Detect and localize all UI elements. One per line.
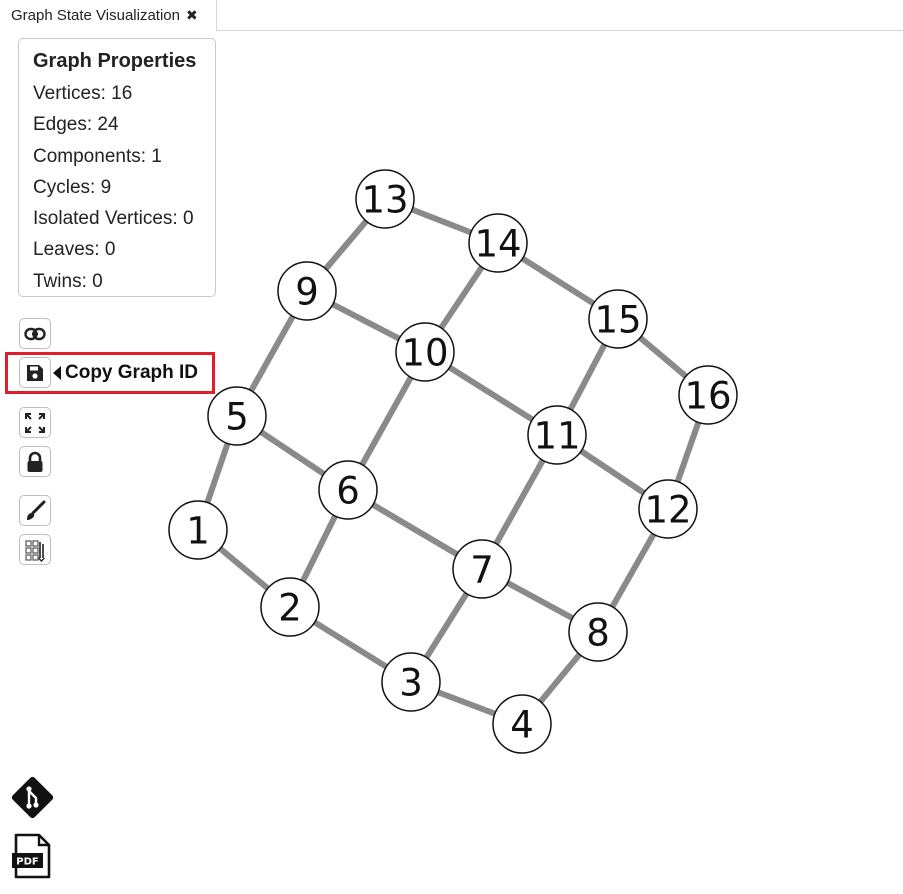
vertex-label: 15 xyxy=(594,299,641,342)
graph-vertex-2[interactable]: 2 xyxy=(260,577,320,637)
properties-title: Graph Properties xyxy=(33,50,197,72)
graph-vertex-5[interactable]: 5 xyxy=(207,386,267,446)
pdf-icon[interactable]: PDF xyxy=(12,832,52,880)
property-isolated-vertices: Isolated Vertices: 0 xyxy=(33,208,194,230)
fullscreen-button[interactable] xyxy=(19,407,51,438)
property-leaves: Leaves: 0 xyxy=(33,239,116,261)
graph-vertex-13[interactable]: 13 xyxy=(355,169,415,229)
vertex-label: 12 xyxy=(644,489,691,532)
save-icon xyxy=(27,364,43,381)
graph-vertex-11[interactable]: 11 xyxy=(527,405,587,465)
vertex-label: 9 xyxy=(295,271,319,314)
vertex-label: 5 xyxy=(225,396,249,439)
graph-vertex-10[interactable]: 10 xyxy=(395,322,455,382)
lock-icon xyxy=(27,451,43,472)
lock-button[interactable] xyxy=(19,446,51,477)
vertex-label: 13 xyxy=(361,179,408,222)
graph-vertex-4[interactable]: 4 xyxy=(492,694,552,754)
graph-vertex-15[interactable]: 15 xyxy=(588,289,648,349)
style-brush-button[interactable] xyxy=(19,495,51,526)
vertex-label: 4 xyxy=(510,704,534,747)
copy-graph-id-tooltip: Copy Graph ID xyxy=(53,361,198,385)
graph-vertex-14[interactable]: 14 xyxy=(468,213,528,273)
fullscreen-icon xyxy=(25,412,45,433)
vertex-label: 11 xyxy=(533,415,580,458)
vertex-label: 16 xyxy=(684,375,731,418)
graph-properties-panel: Graph Properties Vertices: 16 Edges: 24 … xyxy=(18,38,216,297)
graph-vertex-6[interactable]: 6 xyxy=(318,460,378,520)
property-vertices: Vertices: 16 xyxy=(33,83,133,104)
copy-link-button[interactable] xyxy=(19,318,51,349)
graph-vertex-7[interactable]: 7 xyxy=(452,539,512,599)
property-components: Components: 1 xyxy=(33,145,162,167)
property-edges: Edges: 24 xyxy=(33,114,119,136)
vertex-label: 8 xyxy=(586,612,610,655)
graph-vertex-9[interactable]: 9 xyxy=(277,261,337,321)
vertex-label: 10 xyxy=(401,332,448,375)
graph-vertex-1[interactable]: 1 xyxy=(168,500,228,560)
tooltip-arrow xyxy=(53,366,61,380)
graph-editor-button[interactable] xyxy=(19,534,51,565)
vertex-label: 14 xyxy=(474,223,521,266)
graph-vertex-3[interactable]: 3 xyxy=(381,652,441,712)
grid-edit-icon xyxy=(25,539,45,562)
graph-vertex-16[interactable]: 16 xyxy=(678,365,738,425)
property-cycles: Cycles: 9 xyxy=(33,176,112,198)
graph-vertex-8[interactable]: 8 xyxy=(568,602,628,662)
tooltip-label: Copy Graph ID xyxy=(65,362,199,383)
vertex-label: 2 xyxy=(278,587,302,630)
vertex-label: 1 xyxy=(186,510,210,553)
brush-icon xyxy=(27,500,46,520)
vertex-label: 3 xyxy=(399,662,423,705)
property-twins: Twins: 0 xyxy=(33,270,103,292)
link-icon xyxy=(24,327,46,340)
graph-vertex-12[interactable]: 12 xyxy=(638,479,698,539)
vertex-label: 7 xyxy=(470,549,494,592)
save-button[interactable] xyxy=(19,357,51,388)
vertex-label: 6 xyxy=(336,470,360,513)
git-icon[interactable] xyxy=(9,774,56,821)
svg-text:PDF: PDF xyxy=(16,857,38,868)
